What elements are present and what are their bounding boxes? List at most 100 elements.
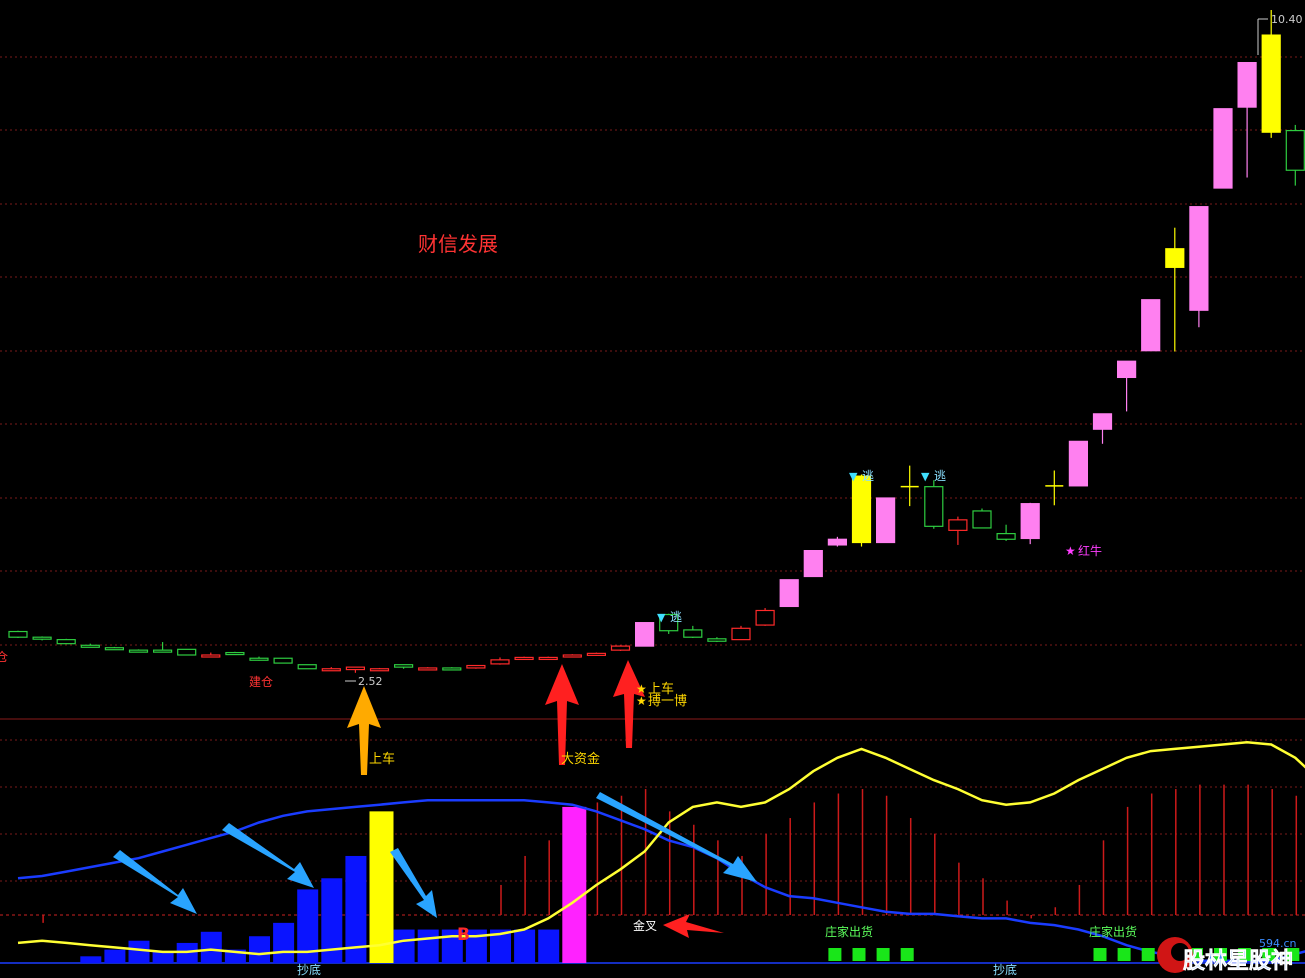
- triangle-icon-1: ▼: [657, 611, 666, 624]
- indicator-thin-bars: [42, 784, 1298, 923]
- candle-body: [683, 629, 703, 638]
- distribution-square: [852, 948, 866, 961]
- candle-body: [779, 579, 799, 608]
- candle-body: [1165, 248, 1185, 268]
- indicator-bar: [80, 956, 102, 963]
- red-arrow-left: [663, 914, 724, 938]
- triangle-icon-2: ▼: [849, 470, 858, 483]
- candle-body: [1020, 503, 1040, 540]
- jincha-label: 金叉: [633, 918, 657, 933]
- distribution-square: [1117, 948, 1131, 961]
- distribution-square: [1093, 948, 1107, 961]
- distribution-square: [1141, 948, 1155, 961]
- candle-body: [1189, 206, 1209, 311]
- candle-body: [153, 649, 173, 653]
- indicator-bar: [104, 949, 126, 963]
- candle-body: [972, 510, 992, 529]
- candle-body: [1285, 129, 1305, 171]
- distribution-square: [876, 948, 890, 961]
- brand-watermark: 股林星股神 594.cn: [1157, 937, 1297, 974]
- star-icon-2: ★: [636, 694, 647, 708]
- candle-body: [345, 666, 365, 671]
- indicator-bar: [152, 951, 174, 963]
- candle-body: [803, 550, 823, 578]
- candle-body: [273, 657, 293, 664]
- indicator-bar: [273, 922, 295, 963]
- candle-body: [1213, 108, 1233, 189]
- indicator-bar: [562, 806, 587, 963]
- candle-body: [634, 622, 655, 647]
- candle-body: [80, 644, 100, 648]
- shangche-label-1: 上车: [369, 751, 395, 767]
- candle-body: [538, 656, 558, 661]
- candle-body: [514, 656, 534, 661]
- candle-body: [201, 654, 221, 658]
- red-arrow-up-1: [545, 664, 579, 765]
- indicator-bar: [128, 940, 150, 963]
- candle-body: [321, 668, 341, 672]
- brand-site: 594.cn: [1259, 937, 1297, 950]
- candle-body: [562, 654, 582, 658]
- candle-body: [466, 664, 486, 669]
- chart-canvas[interactable]: 财信发展 10.40 2.52 仓 建仓 上车 大资金 ★ 上车 ★ 搏一博 ▼…: [0, 0, 1305, 978]
- candle-body: [225, 651, 245, 656]
- boyibo-label: 搏一博: [648, 693, 687, 709]
- candle-body: [851, 475, 872, 544]
- tao-label-2: 逃: [862, 469, 874, 483]
- candle-body: [442, 667, 462, 671]
- candle-body: [1237, 62, 1257, 108]
- candle-body: [586, 652, 607, 656]
- candle-body: [128, 649, 149, 653]
- chaodi-label-1: 抄底: [297, 962, 321, 977]
- blue-arrow-3: [390, 848, 437, 918]
- indicator-yellow-line: [17, 740, 1305, 956]
- candle-body: [610, 645, 631, 651]
- dazijin-label: 大资金: [561, 751, 600, 767]
- candle-body: [32, 636, 52, 640]
- zhuangjia-label-1: 庄家出货: [825, 924, 873, 939]
- candle-body: [948, 519, 968, 531]
- candle-body: [731, 627, 751, 641]
- candle-body: [418, 667, 438, 671]
- cang-left-label: 仓: [0, 650, 8, 664]
- candle-body: [1141, 299, 1161, 352]
- indicator-bar: [200, 931, 222, 963]
- price-low-label: 2.52: [358, 675, 383, 688]
- candle-body: [924, 486, 944, 527]
- star-icon-3: ★: [1065, 544, 1076, 558]
- stock-chart-window: 财信发展 10.40 2.52 仓 建仓 上车 大资金 ★ 上车 ★ 搏一博 ▼…: [0, 0, 1305, 978]
- distribution-square: [900, 948, 914, 961]
- indicator-bars: [80, 806, 587, 963]
- tao-label-3: 逃: [934, 469, 946, 483]
- candle-body: [490, 659, 510, 665]
- candle-body: [394, 664, 414, 668]
- blue-arrow-1: [113, 850, 197, 914]
- distribution-square: [828, 948, 842, 961]
- candle-body: [1261, 34, 1281, 133]
- indicator-bar: [514, 929, 536, 963]
- indicator-bar: [369, 811, 394, 963]
- chaodi-label-2: 抄底: [993, 962, 1017, 977]
- indicator-bar: [417, 929, 439, 963]
- candle-body: [249, 657, 269, 661]
- indicator-bar: [249, 936, 270, 963]
- indicator-bar: [393, 929, 415, 963]
- candle-body: [1068, 440, 1089, 487]
- tao-label-1: 逃: [670, 610, 682, 624]
- candle-body: [996, 533, 1016, 540]
- indicator-bar: [538, 929, 560, 963]
- candle-body: [104, 647, 125, 651]
- candle-body: [707, 638, 727, 642]
- candle-body: [369, 668, 390, 672]
- candle-body: [755, 609, 775, 626]
- candle-body: [177, 648, 197, 656]
- candle-body: [875, 497, 896, 544]
- triangle-icon-3: ▼: [921, 470, 930, 483]
- brand-text: 股林星股神: [1183, 948, 1293, 974]
- b-mark-label: B: [457, 925, 470, 945]
- candle-body: [1116, 360, 1137, 379]
- candle-body: [8, 630, 28, 638]
- candle-body: [1092, 413, 1113, 430]
- candle-body: [827, 538, 848, 546]
- jiancang-label: 建仓: [249, 675, 273, 689]
